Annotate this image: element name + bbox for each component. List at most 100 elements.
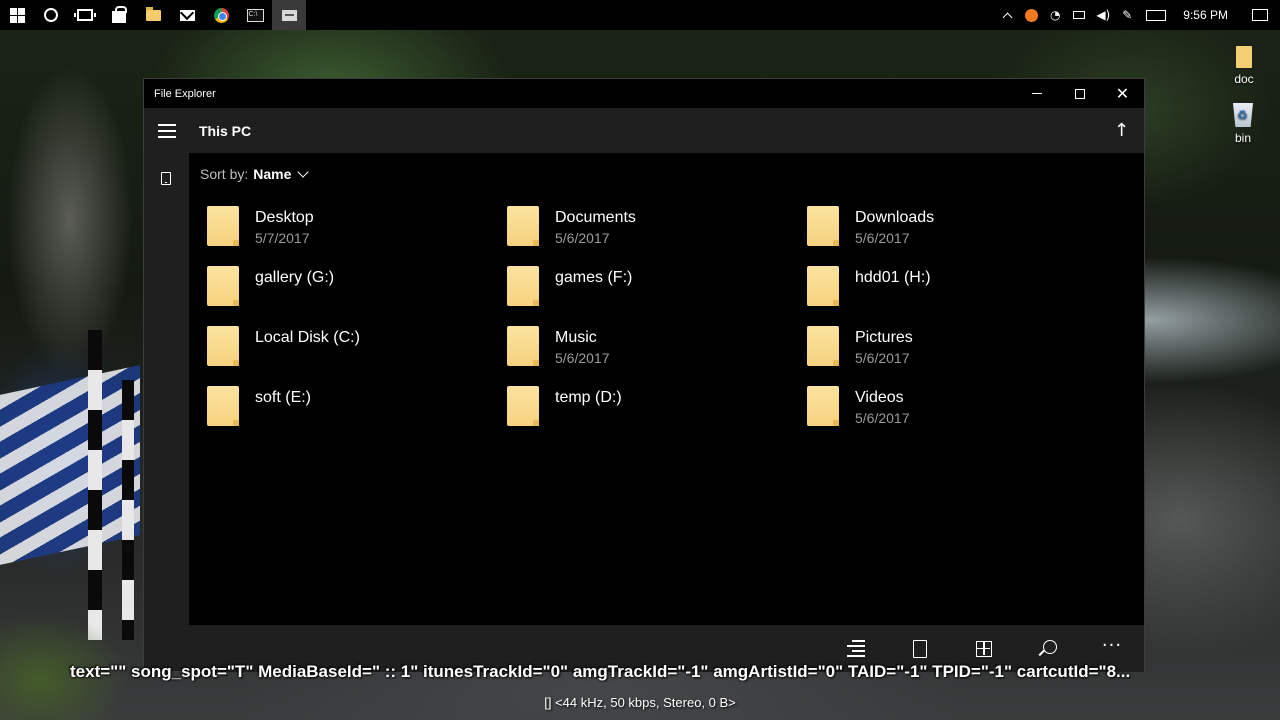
chrome-icon xyxy=(213,7,229,23)
clock[interactable]: 9:56 PM xyxy=(1173,8,1240,22)
item-name: hdd01 (H:) xyxy=(855,269,931,286)
left-rail xyxy=(144,153,189,671)
touch-keyboard-icon[interactable] xyxy=(1139,0,1173,30)
window-title: File Explorer xyxy=(154,87,216,100)
file-explorer-app-icon xyxy=(281,9,297,21)
start-button[interactable] xyxy=(0,0,34,30)
list-item[interactable]: gallery (G:) xyxy=(189,264,479,320)
desktop-icon-doc[interactable]: doc xyxy=(1219,46,1269,86)
overlay-subcaption: [] <44 kHz, 50 kbps, Stereo, 0 B> xyxy=(544,695,736,710)
maximize-button[interactable] xyxy=(1058,79,1101,108)
item-name: Music xyxy=(555,329,597,346)
chrome-button[interactable] xyxy=(204,0,238,30)
drive-folder-icon xyxy=(207,266,239,306)
list-item[interactable]: temp (D:) xyxy=(489,384,779,440)
item-date: 5/6/2017 xyxy=(855,350,910,366)
maximize-icon xyxy=(1074,88,1085,99)
close-button[interactable]: ✕ xyxy=(1101,79,1144,108)
desktop-icon-recycle-bin[interactable]: bin xyxy=(1218,103,1268,145)
close-icon: ✕ xyxy=(1115,83,1130,103)
pen-workspace-icon[interactable]: ✎ xyxy=(1115,0,1139,30)
checklist-icon xyxy=(847,640,865,657)
desktop-icon-label: bin xyxy=(1234,131,1251,145)
item-name: Documents xyxy=(555,209,636,226)
folder-icon xyxy=(507,326,539,366)
item-name: Local Disk (C:) xyxy=(255,329,360,346)
arrow-up-icon: ↑ xyxy=(1113,120,1130,141)
item-name: temp (D:) xyxy=(555,389,622,406)
overlay-caption: text="" song_spot="T" MediaBaseId=" :: 1… xyxy=(70,662,1131,681)
wallpaper-sign xyxy=(0,365,140,565)
item-name: Desktop xyxy=(255,209,314,226)
item-name: soft (E:) xyxy=(255,389,312,406)
command-prompt-button[interactable]: C:\ xyxy=(238,0,272,30)
list-item[interactable]: games (F:) xyxy=(489,264,779,320)
minimize-button[interactable] xyxy=(1015,79,1058,108)
hamburger-menu-button[interactable] xyxy=(144,108,189,153)
list-item[interactable]: Desktop 5/7/2017 xyxy=(189,204,479,260)
list-item[interactable]: Local Disk (C:) xyxy=(189,324,479,380)
list-item[interactable]: Videos 5/6/2017 xyxy=(789,384,1079,440)
item-grid: Desktop 5/7/2017 Documents 5/6/2017 Down… xyxy=(189,153,1144,626)
this-device-button[interactable] xyxy=(157,169,175,187)
volume-icon[interactable]: ◀) xyxy=(1091,0,1115,30)
list-item[interactable]: soft (E:) xyxy=(189,384,479,440)
item-name: gallery (G:) xyxy=(255,269,335,286)
store-button[interactable] xyxy=(102,0,136,30)
folder-icon xyxy=(145,6,161,21)
tablet-icon xyxy=(161,171,171,185)
avast-icon[interactable] xyxy=(1019,0,1043,30)
task-view-button[interactable] xyxy=(68,0,102,30)
item-date: 5/6/2017 xyxy=(855,230,910,246)
new-item-icon xyxy=(913,639,927,658)
list-item[interactable]: Downloads 5/6/2017 xyxy=(789,204,1079,260)
title-bar[interactable]: File Explorer ✕ xyxy=(144,79,1144,108)
more-icon: ··· xyxy=(1101,635,1123,656)
item-name: games (F:) xyxy=(555,269,633,286)
item-name: Pictures xyxy=(855,329,913,346)
wifi-icon[interactable]: ◔ xyxy=(1043,0,1067,30)
action-center-button[interactable] xyxy=(1240,0,1280,30)
store-icon xyxy=(112,5,127,23)
window-controls: ✕ xyxy=(1015,79,1144,108)
content-pane: Sort by: Name Desktop 5/7/2017 Documents xyxy=(189,153,1144,626)
item-date: 5/6/2017 xyxy=(855,410,910,426)
list-item[interactable]: Documents 5/6/2017 xyxy=(489,204,779,260)
command-prompt-icon: C:\ xyxy=(246,8,264,22)
current-location: This PC xyxy=(199,122,252,139)
minimize-icon xyxy=(1031,93,1042,94)
mail-button[interactable] xyxy=(170,0,204,30)
show-hidden-icons-chevron-icon[interactable] xyxy=(995,0,1019,30)
item-date: 5/6/2017 xyxy=(555,230,610,246)
file-explorer-app-button[interactable] xyxy=(272,0,306,30)
folder-icon xyxy=(507,206,539,246)
task-view-icon xyxy=(74,9,96,21)
list-item[interactable]: Music 5/6/2017 xyxy=(489,324,779,380)
folder-icon xyxy=(807,326,839,366)
cortana-icon xyxy=(44,8,58,22)
battery-icon[interactable] xyxy=(1067,0,1091,30)
desktop-icon-label: doc xyxy=(1234,72,1254,86)
header-bar: This PC ↑ xyxy=(144,108,1144,153)
search-icon xyxy=(1043,639,1057,654)
item-date: 5/7/2017 xyxy=(255,230,310,246)
drive-folder-icon xyxy=(807,266,839,306)
item-date: 5/6/2017 xyxy=(555,350,610,366)
up-button[interactable]: ↑ xyxy=(1099,108,1144,153)
file-explorer-taskbar-button[interactable] xyxy=(136,0,170,30)
list-item[interactable]: Pictures 5/6/2017 xyxy=(789,324,1079,380)
folder-icon xyxy=(807,386,839,426)
notification-icon xyxy=(1252,9,1268,21)
mail-icon xyxy=(179,9,195,21)
file-explorer-window: File Explorer ✕ This PC ↑ Sort by: Name … xyxy=(143,78,1145,672)
recycle-bin-icon xyxy=(1233,103,1253,127)
folder-icon xyxy=(207,206,239,246)
grid-view-icon xyxy=(976,640,992,657)
cortana-button[interactable] xyxy=(34,0,68,30)
drive-folder-icon xyxy=(207,386,239,426)
drive-folder-icon xyxy=(207,326,239,366)
windows-logo-icon xyxy=(9,7,25,23)
list-item[interactable]: hdd01 (H:) xyxy=(789,264,1079,320)
system-tray: ◔ ◀) ✎ 9:56 PM xyxy=(995,0,1280,30)
drive-folder-icon xyxy=(507,386,539,426)
